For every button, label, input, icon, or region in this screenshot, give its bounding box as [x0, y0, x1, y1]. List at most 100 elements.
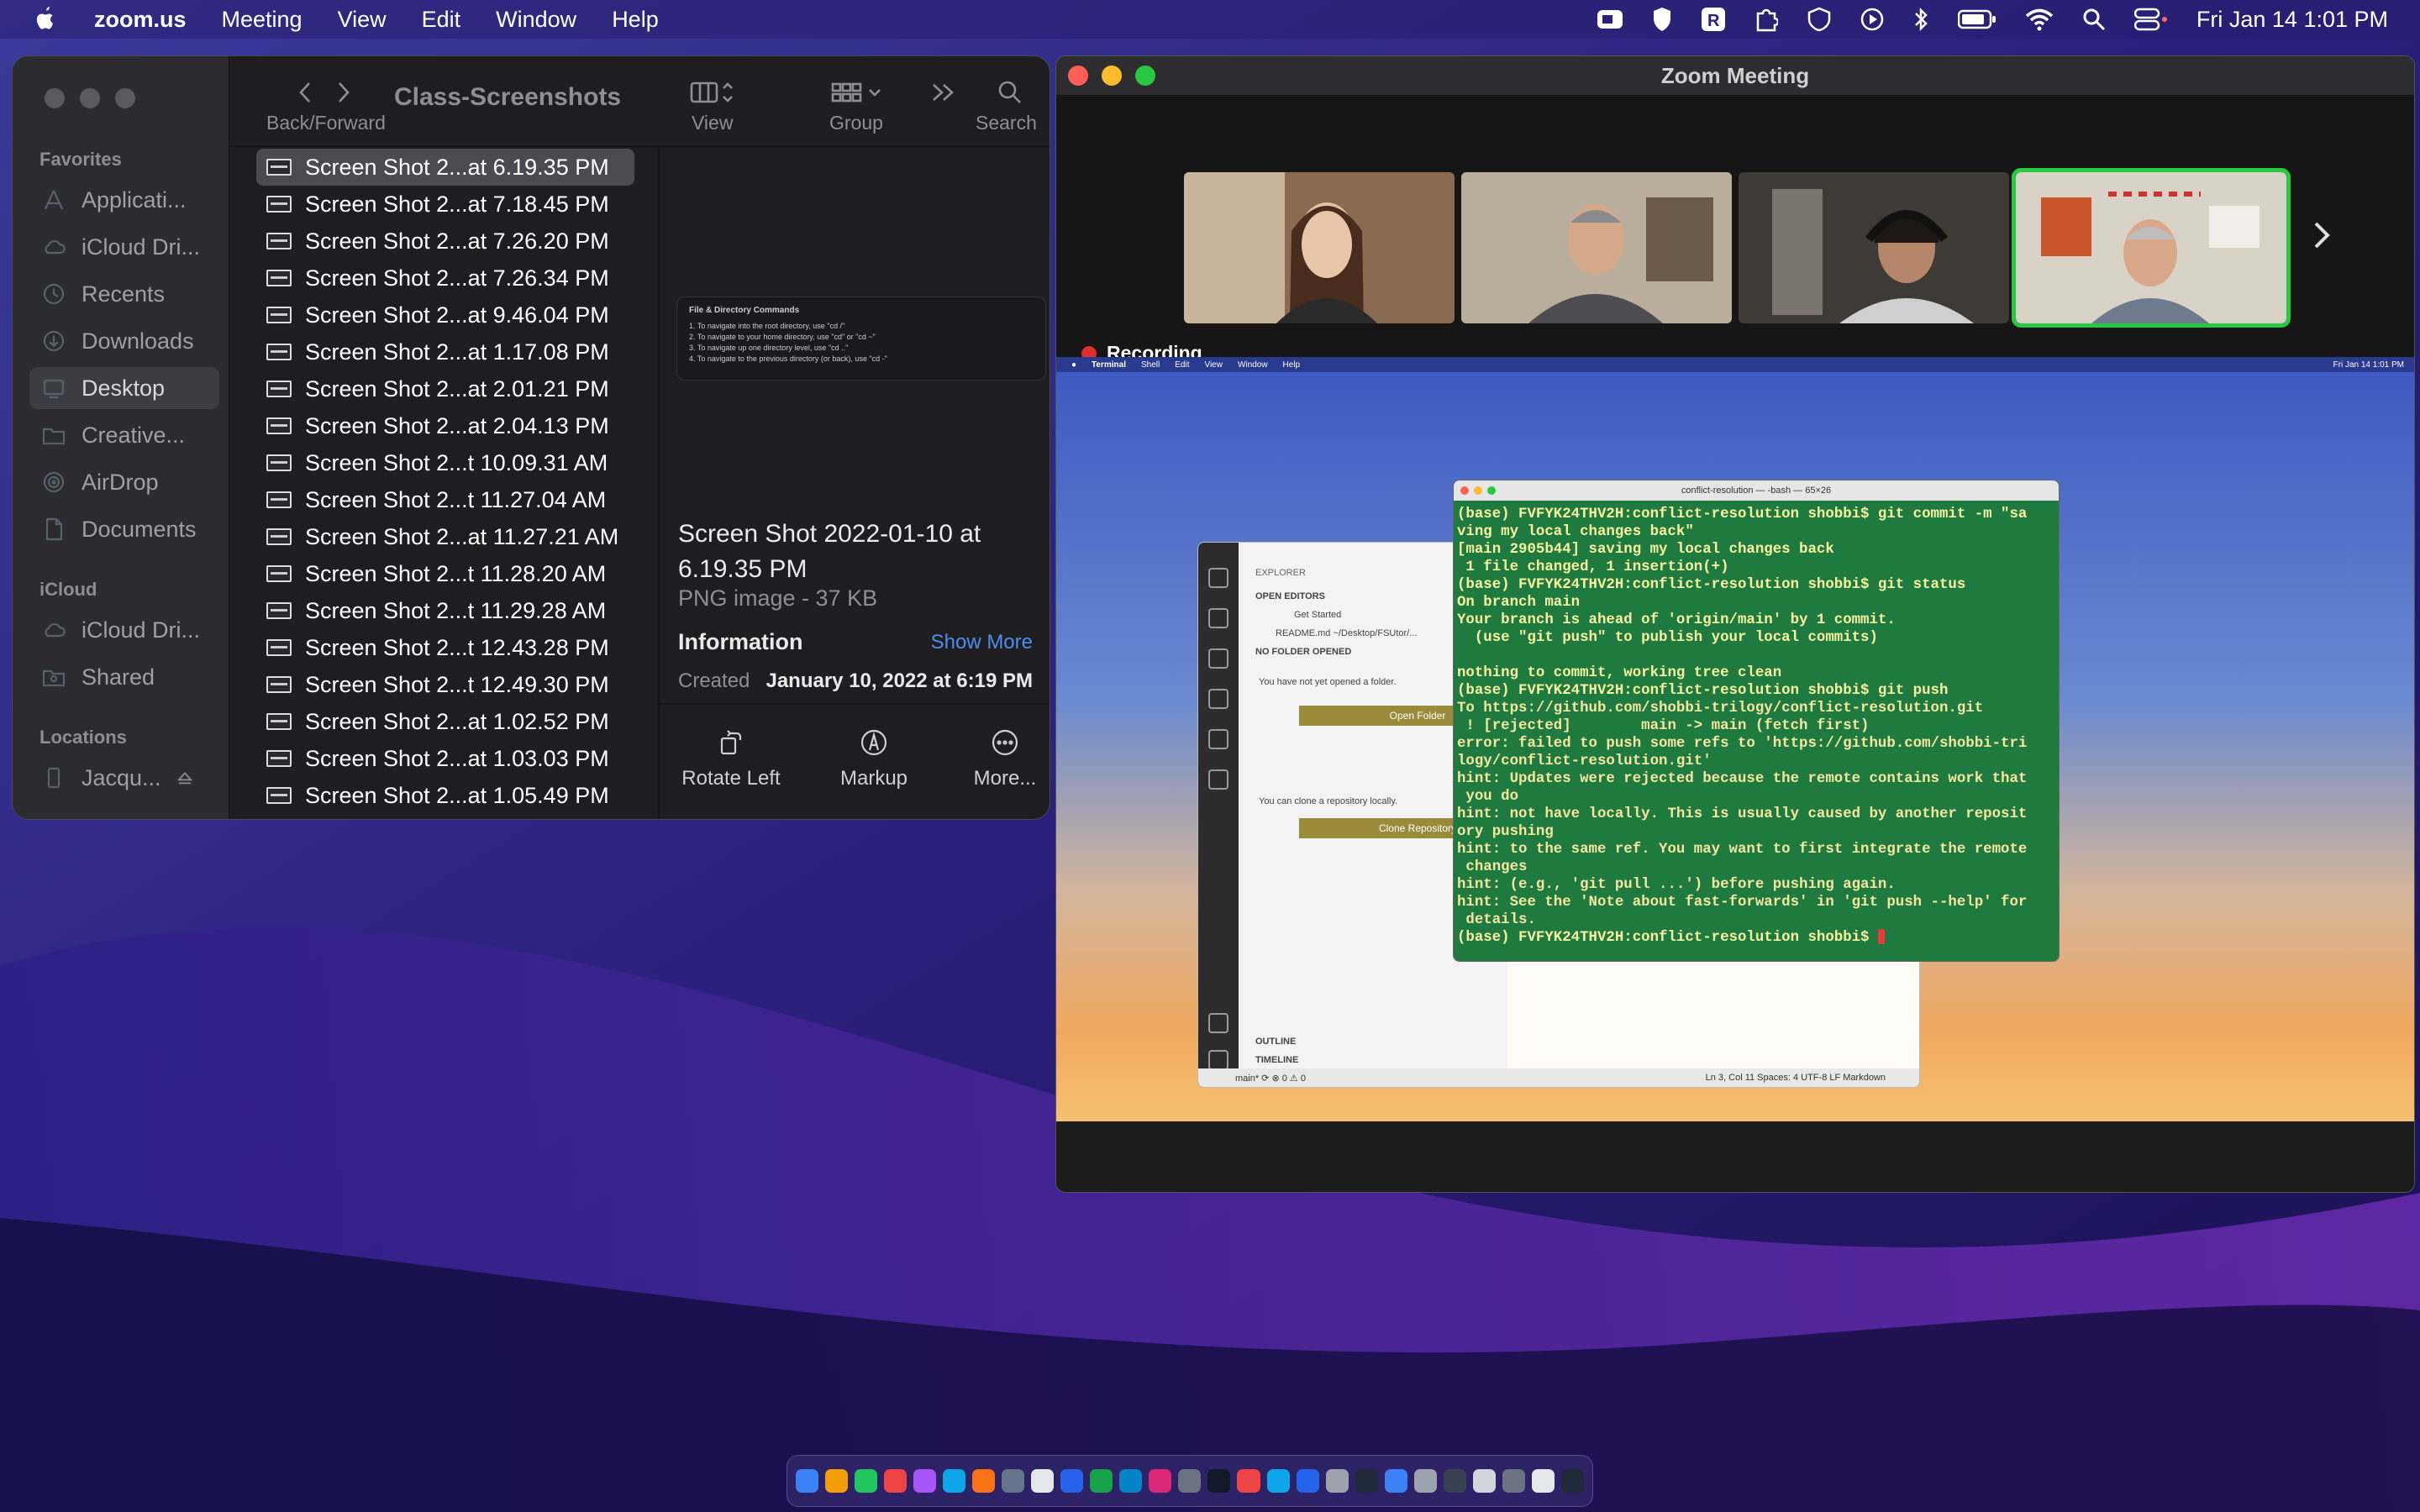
participant-video[interactable]: [1461, 172, 1732, 323]
file-row[interactable]: Screen Shot 2...at 1.17.08 PM: [256, 333, 634, 370]
file-row[interactable]: Screen Shot 2...t 11.27.04 AM: [256, 481, 634, 518]
search-icon[interactable]: [2082, 8, 2106, 31]
menu-meeting[interactable]: Meeting: [222, 7, 302, 33]
maximize-button[interactable]: [1135, 66, 1155, 86]
file-row[interactable]: Screen Shot 2...at 7.18.45 PM: [256, 186, 634, 223]
sidebar-item-shared[interactable]: Shared: [29, 656, 219, 698]
file-row[interactable]: Screen Shot 2...at 1.05.49 PM: [256, 777, 634, 814]
menu-app-name[interactable]: zoom.us: [94, 7, 187, 33]
dock-app-icon[interactable]: [884, 1469, 908, 1493]
dock-app-icon[interactable]: [1472, 1469, 1496, 1493]
dock-app-icon[interactable]: [1443, 1469, 1466, 1493]
dock-app-icon[interactable]: [943, 1469, 966, 1493]
puzzle-icon[interactable]: [1754, 7, 1778, 32]
sidebar-item-airdrop[interactable]: AirDrop: [29, 461, 219, 503]
sidebar-item-recents[interactable]: Recents: [29, 273, 219, 315]
sidebar-item-creative[interactable]: Creative...: [29, 414, 219, 456]
dock-app-icon[interactable]: [1560, 1469, 1584, 1493]
file-row[interactable]: Screen Shot 2...at 6.19.35 PM: [256, 149, 634, 186]
dock-app-icon[interactable]: [1031, 1469, 1055, 1493]
image-file-icon: [266, 491, 292, 508]
sidebar-item-icloud-drive[interactable]: iCloud Dri...: [29, 226, 219, 268]
window-controls[interactable]: [45, 88, 135, 108]
menu-window[interactable]: Window: [496, 7, 576, 33]
minimize-button[interactable]: [1102, 66, 1122, 86]
show-more-link[interactable]: Show More: [931, 631, 1033, 654]
dock-app-icon[interactable]: [1266, 1469, 1290, 1493]
dock-app-icon[interactable]: [1502, 1469, 1525, 1493]
sidebar-item-downloads[interactable]: Downloads: [29, 320, 219, 362]
terminal-line: Your branch is ahead of 'origin/main' by…: [1457, 612, 1896, 628]
apple-icon[interactable]: [34, 7, 57, 32]
dock-app-icon[interactable]: [1060, 1469, 1084, 1493]
dock-app-icon[interactable]: [796, 1469, 819, 1493]
sidebar-item-documents[interactable]: Documents: [29, 508, 219, 550]
dock-app-icon[interactable]: [1355, 1469, 1378, 1493]
battery-icon[interactable]: [1957, 8, 1996, 30]
dock-app-icon[interactable]: [825, 1469, 849, 1493]
dock-app-icon[interactable]: [1090, 1469, 1113, 1493]
sidebar-item-applications[interactable]: Applicati...: [29, 179, 219, 221]
wifi-icon[interactable]: [2025, 8, 2054, 31]
file-row[interactable]: Screen Shot 2...t 12.43.28 PM: [256, 629, 634, 666]
shield-icon[interactable]: [1652, 7, 1672, 32]
get-started-item: Get Started: [1294, 610, 1342, 620]
dock-app-icon[interactable]: [972, 1469, 996, 1493]
r-app-icon[interactable]: R: [1701, 7, 1726, 32]
file-row[interactable]: Screen Shot 2...at 2.04.13 PM: [256, 407, 634, 444]
file-row[interactable]: Screen Shot 2...at 1.03.03 PM: [256, 740, 634, 777]
close-button[interactable]: [1068, 66, 1088, 86]
dock-app-icon[interactable]: [1325, 1469, 1349, 1493]
more-button[interactable]: More...: [942, 728, 1050, 790]
file-row[interactable]: Screen Shot 2...at 7.26.20 PM: [256, 223, 634, 260]
file-row[interactable]: Screen Shot 2...t 12.49.30 PM: [256, 666, 634, 703]
sidebar-item-disk[interactable]: Jacqu...: [29, 757, 219, 799]
window-controls[interactable]: [1068, 66, 1155, 86]
control-center-icon[interactable]: [2133, 8, 2168, 31]
view-columns-icon[interactable]: [690, 80, 737, 105]
dock-app-icon[interactable]: [1119, 1469, 1143, 1493]
file-row[interactable]: Screen Shot 2...at 2.01.21 PM: [256, 370, 634, 407]
file-row[interactable]: Screen Shot 2...t 11.29.28 AM: [256, 592, 634, 629]
dock-app-icon[interactable]: [1296, 1469, 1319, 1493]
file-row[interactable]: Screen Shot 2...at 9.46.04 PM: [256, 297, 634, 333]
chevron-right-icon[interactable]: [2313, 221, 2330, 249]
dock-app-icon[interactable]: [1384, 1469, 1407, 1493]
dock-app-icon[interactable]: [1207, 1469, 1231, 1493]
dock-app-icon[interactable]: [1237, 1469, 1260, 1493]
file-row[interactable]: Screen Shot 2...at 11.27.21 AM: [256, 518, 634, 555]
file-row[interactable]: Screen Shot 2...t 10.09.31 AM: [256, 444, 634, 481]
menu-edit[interactable]: Edit: [422, 7, 461, 33]
sidebar-item-desktop[interactable]: Desktop: [29, 367, 219, 409]
dock-app-icon[interactable]: [1178, 1469, 1202, 1493]
dock-app-icon[interactable]: [1531, 1469, 1555, 1493]
rotate-left-button[interactable]: Rotate Left: [668, 728, 794, 790]
dock-app-icon[interactable]: [1413, 1469, 1437, 1493]
dock-app-icon[interactable]: [1002, 1469, 1025, 1493]
participant-video[interactable]: [1184, 172, 1455, 323]
bluetooth-icon[interactable]: [1912, 7, 1929, 32]
file-name: Screen Shot 2...t 12.43.28 PM: [305, 634, 609, 660]
play-icon[interactable]: [1860, 8, 1884, 31]
file-row[interactable]: Screen Shot 2...t 11.28.20 AM: [256, 555, 634, 592]
menu-help[interactable]: Help: [612, 7, 659, 33]
group-icon[interactable]: [831, 80, 885, 105]
search-icon[interactable]: [997, 80, 1023, 105]
zoom-status-icon[interactable]: [1597, 8, 1623, 31]
dock-app-icon[interactable]: [913, 1469, 937, 1493]
preview-thumbnail: File & Directory Commands 1. To navigate…: [676, 297, 1046, 381]
file-row[interactable]: Screen Shot 2...at 7.26.34 PM: [256, 260, 634, 297]
more-toolbar-icon[interactable]: [930, 81, 957, 103]
menu-view[interactable]: View: [338, 7, 387, 33]
dock-app-icon[interactable]: [855, 1469, 878, 1493]
menu-clock[interactable]: Fri Jan 14 1:01 PM: [2196, 7, 2388, 33]
terminal-prompt[interactable]: (base) FVFYK24THV2H:conflict-resolution …: [1457, 929, 2055, 947]
markup-button[interactable]: Markup: [811, 728, 937, 790]
vpn-icon[interactable]: [1807, 7, 1832, 32]
participant-video[interactable]: [1739, 172, 2009, 323]
file-row[interactable]: Screen Shot 2...at 1.02.52 PM: [256, 703, 634, 740]
participant-video-active-speaker[interactable]: [2012, 168, 2291, 328]
eject-icon[interactable]: [175, 765, 195, 790]
dock-app-icon[interactable]: [1149, 1469, 1172, 1493]
sidebar-item-icloud-drive-2[interactable]: iCloud Dri...: [29, 609, 219, 651]
